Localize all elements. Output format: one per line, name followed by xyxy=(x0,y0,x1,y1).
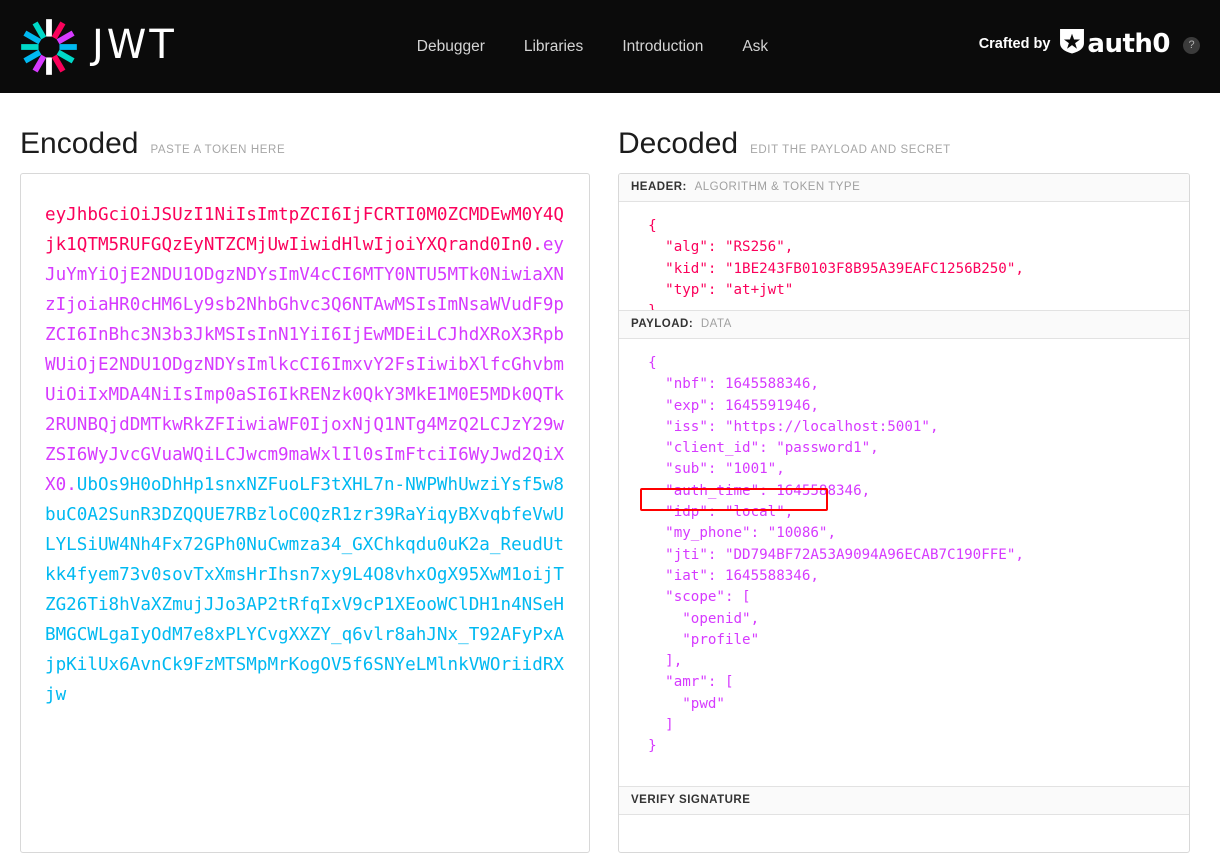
payload-section-value: DATA xyxy=(700,318,732,330)
main-content: Encoded PASTE A TOKEN HERE eyJhbGciOiJSU… xyxy=(0,93,1220,866)
encoded-heading: Encoded PASTE A TOKEN HERE xyxy=(20,93,590,173)
decoded-heading: Decoded EDIT THE PAYLOAD AND SECRET xyxy=(618,93,1190,173)
verify-signature-key: VERIFY SIGNATURE xyxy=(631,794,751,806)
jwt-wordmark: JWT xyxy=(92,21,177,68)
token-payload-segment: eyJuYmYiOjE2NDU1ODgzNDYsImV4cCI6MTY0NTU5… xyxy=(45,235,565,495)
nav-links: Debugger Libraries Introduction Ask xyxy=(417,38,768,56)
decoded-subtitle: EDIT THE PAYLOAD AND SECRET xyxy=(750,144,951,156)
auth0-shield-icon xyxy=(1059,28,1085,59)
header-section-label: HEADER: ALGORITHM & TOKEN TYPE xyxy=(619,174,1189,202)
top-navbar: JWT Debugger Libraries Introduction Ask … xyxy=(0,0,1220,93)
encoded-token-input[interactable]: eyJhbGciOiJSUzI1NiIsImtpZCI6IjFCRTI0M0ZC… xyxy=(20,173,590,853)
auth0-wordmark: auth0 xyxy=(1087,28,1170,59)
token-signature-segment: UbOs9H0oDhHp1snxNZFuoLF3tXHL7n-NWPWhUwzi… xyxy=(45,475,565,705)
crafted-by-auth0: Crafted by auth0 ? xyxy=(979,28,1200,59)
auth0-logo[interactable]: auth0 xyxy=(1059,28,1170,59)
verify-signature-section-label: VERIFY SIGNATURE xyxy=(619,786,1189,815)
brand-logo[interactable]: JWT xyxy=(20,18,177,76)
crafted-by-label: Crafted by xyxy=(978,35,1051,52)
encoded-column: Encoded PASTE A TOKEN HERE eyJhbGciOiJSU… xyxy=(0,93,610,866)
decoded-column: Decoded EDIT THE PAYLOAD AND SECRET HEAD… xyxy=(610,93,1220,866)
payload-section-label: PAYLOAD: DATA xyxy=(619,310,1189,339)
nav-link-introduction[interactable]: Introduction xyxy=(622,38,703,56)
nav-link-libraries[interactable]: Libraries xyxy=(524,38,583,56)
payload-section-key: PAYLOAD: xyxy=(631,318,694,330)
header-section-value: ALGORITHM & TOKEN TYPE xyxy=(694,181,861,193)
help-question-icon[interactable]: ? xyxy=(1183,36,1200,54)
jwt-starburst-logo-icon xyxy=(20,18,78,76)
encoded-title: Encoded xyxy=(20,127,139,160)
header-json-editor[interactable]: { "alg": "RS256", "kid": "1BE243FB0103F8… xyxy=(619,202,1189,310)
decoded-panel: HEADER: ALGORITHM & TOKEN TYPE { "alg": … xyxy=(618,173,1190,853)
nav-link-ask[interactable]: Ask xyxy=(742,38,768,56)
decoded-title: Decoded xyxy=(618,127,739,160)
payload-json-text: { "nbf": 1645588346, "exp": 1645591946, … xyxy=(648,355,1024,755)
nav-link-debugger[interactable]: Debugger xyxy=(417,38,485,56)
encoded-subtitle: PASTE A TOKEN HERE xyxy=(150,144,286,156)
jwt-token-text[interactable]: eyJhbGciOiJSUzI1NiIsImtpZCI6IjFCRTI0M0ZC… xyxy=(45,200,565,710)
token-header-segment: eyJhbGciOiJSUzI1NiIsImtpZCI6IjFCRTI0M0ZC… xyxy=(45,205,565,255)
payload-json-editor[interactable]: { "nbf": 1645588346, "exp": 1645591946, … xyxy=(619,339,1189,786)
token-separator-2: . xyxy=(66,475,77,495)
token-separator-1: . xyxy=(532,235,543,255)
header-section-key: HEADER: xyxy=(631,181,687,193)
